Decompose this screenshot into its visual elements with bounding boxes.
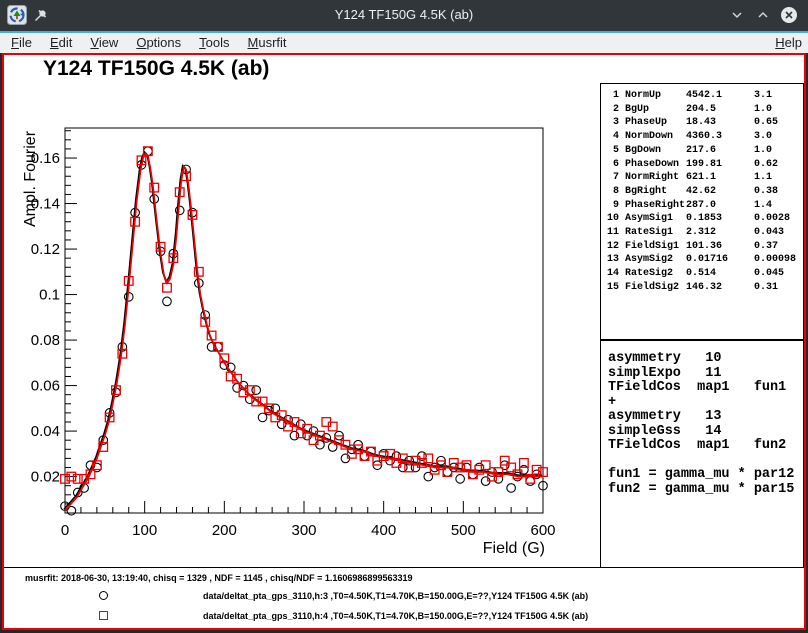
y-tick-label: 0.04 xyxy=(31,423,60,440)
fit-info-text: musrfit: 2018-06-30, 13:19:40, chisq = 1… xyxy=(25,573,412,583)
x-axis-ticks: 0 100 200 300 400 500 600 xyxy=(61,501,556,539)
y-tick-label: 0.08 xyxy=(31,332,60,349)
param-row: 10AsymSig10.18530.0028 xyxy=(601,212,803,226)
param-row: 5BgDown217.61.0 xyxy=(601,144,803,158)
plot-pad[interactable]: Y124 TF150G 4.5K (ab) 010020030040050060… xyxy=(4,55,804,568)
data-points-circles xyxy=(61,147,548,515)
y-axis-title: Ampl. Fourier xyxy=(22,130,39,227)
x-tick-label: 600 xyxy=(530,522,555,539)
param-row: 9PhaseRight287.01.4 xyxy=(601,199,803,213)
plot-frame xyxy=(65,128,543,513)
legend-row: data/deltat_pta_gps_3110,h:4 ,T0=4.50K,T… xyxy=(4,611,804,625)
menu-item-tools[interactable]: Tools xyxy=(190,33,238,53)
legend-circle-marker xyxy=(99,591,108,600)
legend-square-marker xyxy=(99,611,108,620)
param-row: 2BgUp204.51.0 xyxy=(601,103,803,117)
y-tick-label: 0.02 xyxy=(31,469,60,486)
menu-item-options[interactable]: Options xyxy=(127,33,190,53)
menu-bar: File Edit View Options Tools Musrfit Hel… xyxy=(0,33,808,53)
x-tick-label: 500 xyxy=(451,522,476,539)
maximize-button[interactable] xyxy=(754,6,772,24)
param-row: 11RateSig12.3120.043 xyxy=(601,226,803,240)
theory-text: asymmetry 10 simplExpo 11 TFieldCos map1… xyxy=(608,352,794,497)
x-axis-title: Field (G) xyxy=(483,540,545,557)
param-row: 7NormRight621.11.1 xyxy=(601,171,803,185)
x-tick-label: 100 xyxy=(132,522,157,539)
param-row: 8BgRight42.620.38 xyxy=(601,185,803,199)
legend-label: data/deltat_pta_gps_3110,h:3 ,T0=4.50K,T… xyxy=(203,591,588,601)
root-canvas[interactable]: Y124 TF150G 4.5K (ab) 010020030040050060… xyxy=(2,53,806,630)
menu-item-help[interactable]: Help xyxy=(766,33,808,53)
info-pad: musrfit: 2018-06-30, 13:19:40, chisq = 1… xyxy=(4,567,804,628)
title-bar[interactable]: Y124 TF150G 4.5K (ab) xyxy=(0,0,808,31)
param-row: 3PhaseUp18.430.65 xyxy=(601,116,803,130)
close-button[interactable] xyxy=(780,6,798,24)
fit-curve-data2 xyxy=(65,154,543,511)
y-tick-label: 0.1 xyxy=(39,287,60,304)
data-points-squares xyxy=(61,147,548,483)
window-title: Y124 TF150G 4.5K (ab) xyxy=(0,7,808,22)
menu-item-file[interactable]: File xyxy=(2,33,41,53)
param-row: 13AsymSig20.017160.00098 xyxy=(601,253,803,267)
param-row: 1NormUp4542.13.1 xyxy=(601,89,803,103)
application-window: Y124 TF150G 4.5K (ab) File Edit View Opt… xyxy=(0,0,808,633)
legend-row: data/deltat_pta_gps_3110,h:3 ,T0=4.50K,T… xyxy=(4,591,804,605)
x-tick-label: 400 xyxy=(371,522,396,539)
x-tick-label: 300 xyxy=(291,522,316,539)
param-row: 15FieldSig2146.320.31 xyxy=(601,281,803,295)
legend-label: data/deltat_pta_gps_3110,h:4 ,T0=4.50K,T… xyxy=(203,611,588,621)
x-tick-label: 200 xyxy=(212,522,237,539)
menu-item-edit[interactable]: Edit xyxy=(41,33,81,53)
x-tick-label: 0 xyxy=(61,522,69,539)
minimize-button[interactable] xyxy=(728,6,746,24)
menu-item-musrfit[interactable]: Musrfit xyxy=(239,33,296,53)
param-row: 14RateSig20.5140.045 xyxy=(601,267,803,281)
param-row: 12FieldSig1101.360.37 xyxy=(601,240,803,254)
param-row: 4NormDown4360.33.0 xyxy=(601,130,803,144)
fit-parameter-box: 1NormUp4542.13.12BgUp204.51.03PhaseUp18.… xyxy=(600,83,804,340)
y-axis-minor-ticks xyxy=(65,131,71,504)
theory-box: asymmetry 10 simplExpo 11 TFieldCos map1… xyxy=(600,340,804,568)
y-tick-label: 0.12 xyxy=(31,241,60,258)
param-row: 6PhaseDown199.810.62 xyxy=(601,158,803,172)
menu-item-view[interactable]: View xyxy=(81,33,127,53)
y-tick-label: 0.06 xyxy=(31,378,60,395)
